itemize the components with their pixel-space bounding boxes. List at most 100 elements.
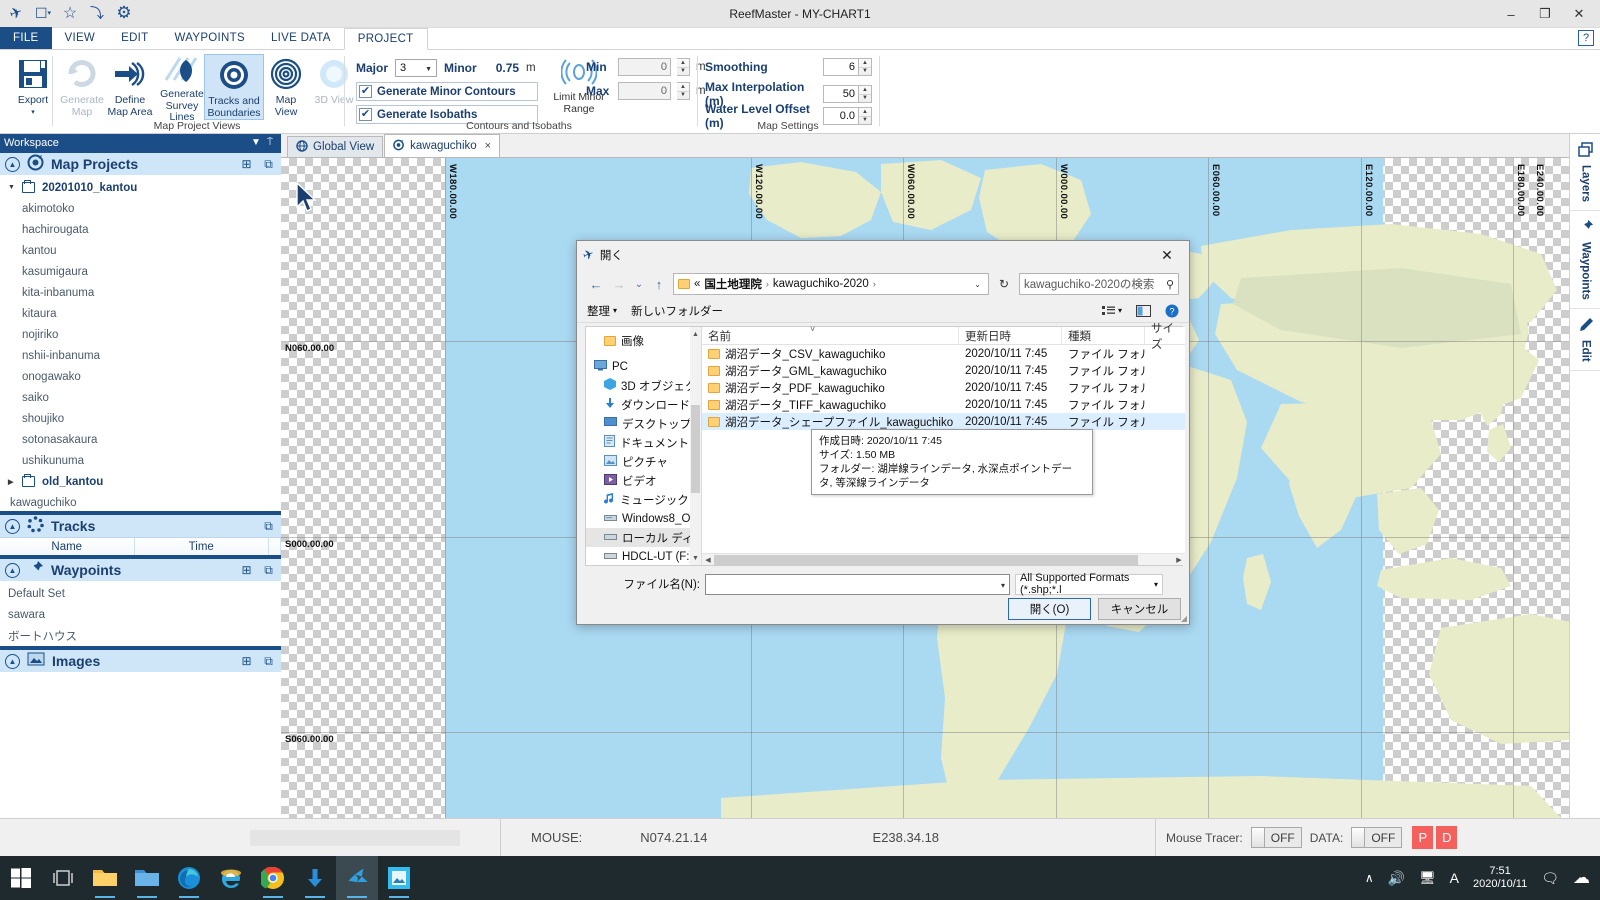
status-badge-p[interactable]: P: [1412, 826, 1434, 849]
tree-item-hachirougata[interactable]: hachirougata: [0, 219, 281, 240]
ie-icon[interactable]: [210, 856, 252, 900]
resize-grip-icon[interactable]: ◢: [1181, 614, 1187, 623]
chrome-icon[interactable]: [252, 856, 294, 900]
side-tab-layers[interactable]: Layers: [1570, 134, 1600, 212]
recent-locations-button[interactable]: ⌄: [633, 273, 645, 295]
restore-button[interactable]: ❐: [1528, 1, 1562, 27]
nav-item-windows8-os-drive[interactable]: Windows8_OS (C: [586, 509, 701, 528]
generate-survey-lines-button[interactable]: Generate Survey Lines: [152, 54, 212, 123]
expanded-triangle-icon[interactable]: ▼: [8, 184, 18, 191]
collapse-chevron-icon[interactable]: ▲: [5, 156, 20, 172]
define-map-area-button[interactable]: Define Map Area: [100, 54, 160, 120]
nav-item-pictures-folder[interactable]: 画像: [586, 331, 701, 350]
up-button[interactable]: ↑: [650, 273, 668, 295]
add-project-button[interactable]: ⧉: [261, 157, 276, 171]
tree-item-kasumigaura[interactable]: kasumigaura: [0, 261, 281, 282]
file-row-pdf[interactable]: 湖沼データ_PDF_kawaguchiko 2020/10/11 7:45 ファ…: [702, 379, 1185, 396]
nav-item-documents[interactable]: ドキュメント: [586, 433, 701, 452]
help-icon[interactable]: ?: [1165, 304, 1179, 318]
volume-icon[interactable]: 🔊: [1388, 870, 1405, 887]
section-header-images[interactable]: ▲ Images ⊞ ⧉: [0, 648, 281, 672]
nav-item-hdcl-ut-f[interactable]: HDCL-UT (F:): [586, 547, 701, 566]
smoothing-spinner[interactable]: ▲ ▼: [859, 58, 872, 76]
column-header-type[interactable]: 種類: [1062, 327, 1145, 344]
ribbon-tab-project[interactable]: PROJECT: [343, 28, 428, 50]
expand-images-button[interactable]: ⊞: [239, 654, 254, 668]
new-folder-button[interactable]: 新しいフォルダー: [631, 303, 723, 319]
network-icon[interactable]: 🖥: [1419, 870, 1436, 886]
collapsed-triangle-icon[interactable]: ▶: [8, 478, 18, 486]
max-interpolation-spinner[interactable]: ▲ ▼: [859, 85, 872, 103]
add-track-button[interactable]: ⧉: [261, 519, 276, 533]
nav-item-local-disk-d[interactable]: ローカル ディスク (D: [586, 528, 701, 547]
section-header-map-projects[interactable]: ▲ Map Projects ⊞ ⧉: [0, 151, 281, 175]
filetype-combo[interactable]: All Supported Formats (*.shp;*.l ▾: [1015, 572, 1163, 596]
expand-all-button[interactable]: ⊞: [239, 157, 254, 171]
waypoint-item-default-set[interactable]: Default Set: [0, 583, 281, 604]
refresh-button[interactable]: ↻: [994, 273, 1014, 295]
scroll-down-icon[interactable]: ▼: [690, 551, 701, 565]
ribbon-tab-waypoints[interactable]: WAYPOINTS: [162, 27, 258, 49]
forward-button[interactable]: →: [610, 273, 628, 295]
generate-minor-contours-checkbox[interactable]: ✔ Generate Minor Contours: [356, 82, 538, 101]
file-row-gml[interactable]: 湖沼データ_GML_kawaguchiko 2020/10/11 7:45 ファ…: [702, 362, 1185, 379]
file-explorer-blue-icon[interactable]: [126, 856, 168, 900]
nav-item-music[interactable]: ミュージック: [586, 490, 701, 509]
tree-item-kita-inbanuma[interactable]: kita-inbanuma: [0, 282, 281, 303]
major-combo[interactable]: 3 ▼: [395, 59, 438, 77]
data-toggle[interactable]: OFF: [1351, 827, 1403, 848]
filename-input[interactable]: ▾: [705, 573, 1010, 596]
tree-item-nshii-inbanuma[interactable]: nshii-inbanuma: [0, 345, 281, 366]
tree-item-onogawako[interactable]: onogawako: [0, 366, 281, 387]
chevron-down-icon[interactable]: ▾: [1001, 575, 1005, 596]
dialog-close-button[interactable]: ✕: [1145, 241, 1189, 269]
minimize-button[interactable]: –: [1494, 1, 1528, 27]
smoothing-input[interactable]: 6: [823, 58, 859, 76]
column-header-modified[interactable]: 更新日時: [959, 327, 1062, 344]
max-spinner[interactable]: ▲ ▼: [677, 82, 690, 100]
tracks-column-name[interactable]: Name: [0, 538, 135, 555]
close-tab-icon[interactable]: ×: [485, 140, 491, 152]
min-input[interactable]: 0: [618, 58, 671, 76]
tree-root-old-kantou[interactable]: ▶ old_kantou: [0, 471, 281, 492]
tree-item-nojiriko[interactable]: nojiriko: [0, 324, 281, 345]
map-tab-kawaguchiko[interactable]: kawaguchiko ×: [384, 134, 501, 157]
search-input[interactable]: kawaguchiko-2020の検索 ⚲: [1019, 273, 1179, 295]
hscroll-thumb[interactable]: [714, 554, 1138, 565]
add-image-button[interactable]: ⧉: [261, 654, 276, 668]
ribbon-tab-view[interactable]: VIEW: [52, 27, 109, 49]
tree-item-sotonasakaura[interactable]: sotonasakaura: [0, 429, 281, 450]
tree-item-saiko[interactable]: saiko: [0, 387, 281, 408]
nav-pane-scrollbar[interactable]: ▲ ▼: [690, 327, 701, 565]
open-button[interactable]: 開く(O): [1008, 598, 1091, 620]
workspace-menu-icon[interactable]: ▼: [249, 137, 263, 148]
help-button[interactable]: ?: [1578, 30, 1594, 46]
start-button[interactable]: [0, 856, 42, 900]
address-breadcrumb[interactable]: « 国土地理院 › kawaguchiko-2020 › ⌄: [673, 273, 989, 295]
tracks-and-boundaries-button[interactable]: Tracks and Boundaries: [204, 54, 264, 120]
collapse-chevron-icon[interactable]: ▲: [5, 562, 20, 578]
add-waypoint-button[interactable]: ⧉: [261, 563, 276, 577]
reefmaster-icon[interactable]: [336, 856, 378, 900]
tree-item-akimotoko[interactable]: akimotoko: [0, 198, 281, 219]
scroll-right-icon[interactable]: ▶: [1173, 556, 1185, 564]
tree-item-kawaguchiko[interactable]: kawaguchiko: [0, 492, 281, 513]
section-header-waypoints[interactable]: ▲ Waypoints ⊞ ⧉: [0, 557, 281, 581]
mouse-tracer-toggle[interactable]: OFF: [1250, 827, 1302, 848]
tree-item-kantou[interactable]: kantou: [0, 240, 281, 261]
cancel-button[interactable]: キャンセル: [1098, 598, 1181, 620]
collapse-chevron-icon[interactable]: ▲: [5, 518, 20, 534]
task-view-button[interactable]: [42, 856, 84, 900]
workspace-pin-icon[interactable]: ⍑: [263, 137, 277, 148]
nav-item-pc[interactable]: PC: [586, 357, 701, 376]
edge-icon[interactable]: [168, 856, 210, 900]
close-button[interactable]: ✕: [1562, 1, 1596, 27]
min-spinner[interactable]: ▲ ▼: [677, 58, 690, 76]
side-tab-waypoints[interactable]: Waypoints: [1570, 211, 1600, 309]
tree-root-20201010-kantou[interactable]: ▼ 20201010_kantou: [0, 177, 281, 198]
clock[interactable]: 7:51 2020/10/11: [1473, 865, 1527, 891]
breadcrumb-part-0[interactable]: 国土地理院: [704, 276, 762, 292]
waypoint-item-boathouse[interactable]: ボートハウス: [0, 625, 281, 646]
column-header-name[interactable]: 名前 ˅: [702, 324, 959, 344]
ribbon-tab-file[interactable]: FILE: [0, 27, 52, 49]
